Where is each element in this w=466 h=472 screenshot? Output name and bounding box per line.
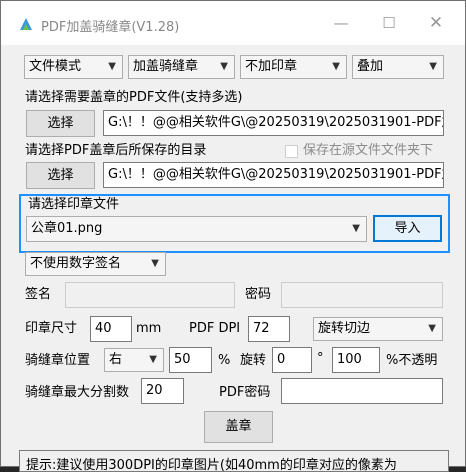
stamp-button[interactable]: 盖章	[204, 411, 273, 443]
size-unit: mm	[136, 321, 162, 336]
position-select[interactable]: 右 ▼	[104, 348, 164, 372]
chevron-down-icon: ▼	[352, 223, 360, 234]
percent-unit: %	[218, 353, 231, 368]
degree-unit: °	[317, 351, 324, 366]
size-field[interactable]: 40	[90, 316, 132, 342]
size-label: 印章尺寸	[25, 321, 78, 336]
print-option-value: 不加印章	[245, 59, 298, 74]
minimize-icon[interactable]: —	[331, 13, 351, 33]
save-in-source-label: 保存在源文件文件夹下	[303, 143, 434, 158]
dpi-label: PDF DPI	[189, 321, 241, 336]
position-label: 骑缝章位置	[25, 353, 91, 368]
output-label: 请选择PDF盖章后所保存的目录	[25, 143, 207, 158]
signature-mode-value: 不使用数字签名	[30, 256, 122, 271]
mode-select[interactable]: 文件模式 ▼	[24, 55, 123, 79]
stamp-file-label: 请选择印章文件	[28, 197, 120, 212]
stamp-file-value: 公章01.png	[31, 221, 103, 236]
rotate-mode-value: 旋转切边	[318, 321, 371, 336]
sign-field[interactable]	[65, 282, 235, 308]
output-path-field[interactable]: G:\！！@@相关软件G\@20250319\2025031901-PDF加	[103, 162, 444, 188]
select-output-button[interactable]: 选择	[26, 162, 95, 189]
signature-mode-select[interactable]: 不使用数字签名 ▼	[25, 252, 166, 276]
maximize-icon[interactable]: ☐	[379, 13, 399, 33]
max-split-field[interactable]: 20	[141, 378, 184, 404]
stamp-type-select[interactable]: 加盖骑缝章 ▼	[128, 55, 235, 79]
chevron-down-icon: ▼	[151, 258, 159, 269]
rotate-mode-select[interactable]: 旋转切边 ▼	[313, 317, 443, 341]
chevron-down-icon: ▼	[108, 61, 116, 72]
app-icon	[20, 18, 32, 30]
stamp-file-group: 请选择印章文件 公章01.png ▼ 导入	[19, 194, 450, 253]
select-source-button[interactable]: 选择	[26, 110, 95, 137]
source-label: 请选择需要盖章的PDF文件(支持多选)	[25, 90, 243, 105]
mode-select-value: 文件模式	[29, 59, 82, 74]
window-title: PDF加盖骑缝章(V1.28)	[41, 20, 180, 35]
import-button[interactable]: 导入	[373, 215, 442, 242]
sign-label: 签名	[25, 287, 52, 302]
pdf-password-label: PDF密码	[219, 385, 271, 400]
chevron-down-icon: ▼	[428, 323, 436, 334]
hint-text: 提示:建议使用300DPI的印章图片(如40mm的印章对应的像素为	[19, 450, 449, 472]
save-in-source-checkbox[interactable]	[285, 145, 298, 158]
max-split-label: 骑缝章最大分割数	[25, 385, 130, 400]
chevron-down-icon: ▼	[149, 354, 157, 365]
overlay-value: 叠加	[357, 59, 384, 74]
percent-field[interactable]: 50	[169, 347, 212, 373]
chevron-down-icon: ▼	[332, 61, 340, 72]
opacity-field[interactable]: 100	[332, 347, 380, 373]
source-path-field[interactable]: G:\！！@@相关软件G\@20250319\2025031901-PDF加	[103, 110, 444, 136]
dpi-field[interactable]: 72	[248, 316, 290, 342]
opacity-unit: %不透明	[386, 353, 438, 368]
overlay-select[interactable]: 叠加 ▼	[352, 55, 444, 79]
close-icon[interactable]: ✕	[426, 13, 446, 33]
chevron-down-icon: ▼	[220, 61, 228, 72]
password-field[interactable]	[281, 282, 443, 308]
stamp-file-select[interactable]: 公章01.png ▼	[26, 216, 367, 242]
rotation-label: 旋转	[240, 353, 267, 368]
stamp-type-value: 加盖骑缝章	[133, 59, 199, 74]
title-bar: PDF加盖骑缝章(V1.28) — ☐ ✕	[1, 1, 465, 45]
pdf-password-field[interactable]	[281, 378, 443, 404]
chevron-down-icon: ▼	[429, 61, 437, 72]
rotation-field[interactable]: 0	[272, 347, 312, 373]
position-value: 右	[109, 352, 123, 367]
password-label: 密码	[245, 287, 272, 302]
app-window: PDF加盖骑缝章(V1.28) — ☐ ✕ 文件模式 ▼ 加盖骑缝章 ▼ 不加印…	[0, 0, 466, 472]
print-option-select[interactable]: 不加印章 ▼	[240, 55, 347, 79]
